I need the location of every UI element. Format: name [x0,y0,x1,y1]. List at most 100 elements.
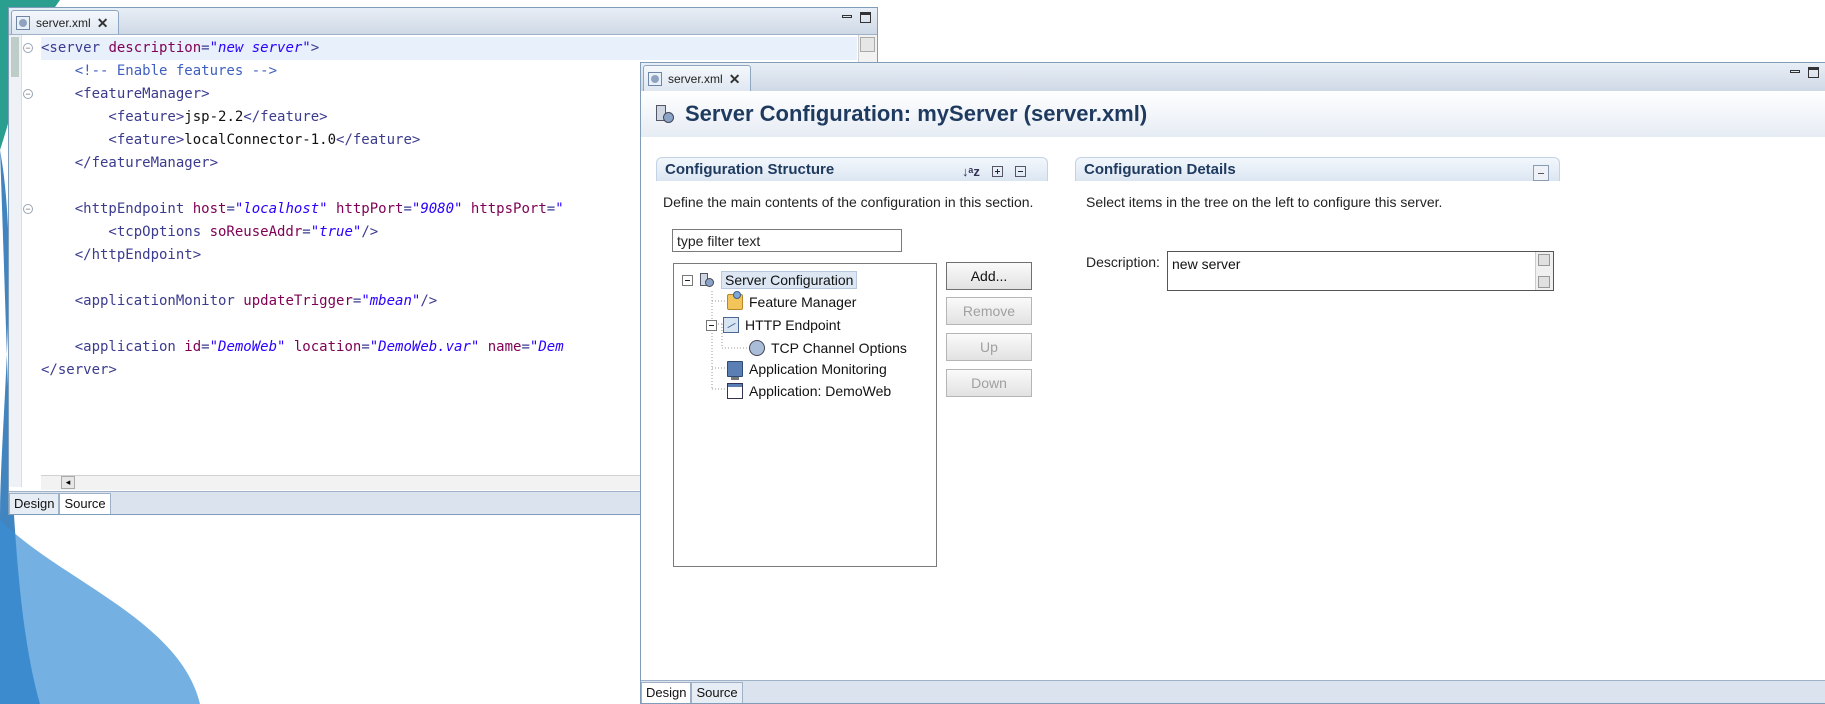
code-token: <applicationMonitor [41,293,244,309]
tab-source[interactable]: Source [59,493,111,514]
description-scrollbar[interactable] [1535,252,1553,290]
fold-toggle-icon[interactable]: − [23,204,33,214]
code-token: id [184,339,202,355]
code-token: /> [361,224,379,240]
code-token: updateTrigger [243,293,353,309]
code-token: "true" [310,224,362,240]
server-config-icon [655,104,675,124]
code-token: = [403,201,412,217]
code-token: = [361,339,370,355]
page-title: Server Configuration: myServer (server.x… [685,101,1148,126]
tree-item-server-configuration[interactable]: Server Configuration [682,270,858,290]
code-token: httpPort [327,201,404,217]
http-endpoint-icon [723,317,739,333]
code-token: = [201,339,210,355]
code-token: </feature> [336,132,421,148]
application-icon [727,383,743,399]
code-token: <server [41,40,109,56]
code-token: = [302,224,311,240]
tab-server-xml[interactable]: server.xml ✕ [643,65,752,91]
sort-az-icon[interactable]: ↓ᵃz [962,164,980,179]
tree-item-application-demoweb[interactable]: Application: DemoWeb [727,381,891,401]
code-token: location [285,339,362,355]
maximize-icon[interactable] [860,12,871,23]
remove-button[interactable]: Remove [946,297,1032,325]
xml-file-icon [648,71,662,86]
code-token: jsp-2.2 [184,109,244,125]
tree-item-http-endpoint[interactable]: HTTP Endpoint [706,315,840,335]
folder-icon [727,291,743,310]
collapse-node-icon[interactable] [682,274,693,286]
folding-gutter: − − − [21,35,41,487]
code-token: host [192,201,227,217]
code-token: name [479,339,522,355]
close-icon[interactable]: ✕ [97,16,109,30]
code-token: " [555,201,564,217]
tree-item-feature-manager[interactable]: Feature Manager [727,291,856,312]
details-description: Select items in the tree on the left to … [1086,194,1443,210]
close-icon[interactable]: ✕ [729,72,741,86]
code-token: = [226,201,235,217]
tree-item-tcp-channel-options[interactable]: TCP Channel Options [749,338,907,358]
collapse-all-icon[interactable] [1014,166,1026,177]
tree-item-application-monitoring[interactable]: Application Monitoring [727,359,887,380]
code-token: "mbean" [361,293,421,309]
configuration-tree[interactable]: Server Configuration Feature Manager HTT… [673,263,937,567]
editor-tabbar: server.xml ✕ [641,63,1825,92]
minimize-icon[interactable] [1790,70,1800,73]
server-icon [699,272,715,288]
tab-design[interactable]: Design [9,493,60,514]
tab-server-xml[interactable]: server.xml ✕ [11,10,120,34]
code-token: </server> [41,362,117,378]
up-button[interactable]: Up [946,333,1032,361]
code-token: <featureManager> [41,86,210,102]
details-toggle-icon[interactable] [1533,165,1549,181]
globe-icon [749,340,765,356]
code-token: </featureManager> [41,155,219,171]
code-token: = [546,201,556,217]
tab-design[interactable]: Design [641,682,692,703]
tab-label: server.xml [668,71,723,86]
expand-all-icon[interactable] [991,166,1003,177]
fold-toggle-icon[interactable]: − [23,43,33,53]
code-token: "9080" [411,201,463,217]
code-token: description [108,40,202,56]
structure-description: Define the main contents of the configur… [663,194,1034,210]
minimize-icon[interactable] [842,15,852,18]
code-token: <feature> [41,109,185,125]
code-token: httpsPort [462,201,547,217]
monitor-icon [727,361,743,380]
collapse-node-icon[interactable] [706,319,717,331]
add-button[interactable]: Add... [946,262,1032,290]
tab-label: server.xml [36,15,91,30]
description-value: new server [1172,256,1241,272]
code-token: </httpEndpoint> [41,247,202,263]
code-token: soReuseAddr [209,224,303,240]
code-token: /> [420,293,438,309]
editor-page-tabs: Design Source [641,680,1825,703]
tree-filter-input[interactable] [672,229,902,252]
code-token: <feature> [41,132,185,148]
description-field[interactable]: new server [1167,251,1554,291]
tab-source[interactable]: Source [691,682,743,703]
fold-toggle-icon[interactable]: − [23,89,33,99]
code-token: = [521,339,530,355]
code-token: "localhost" [234,201,328,217]
description-label: Description: [1086,254,1160,270]
code-token: "DemoWeb.var" [369,339,480,355]
code-token: <tcpOptions [41,224,210,240]
section-title: Configuration Structure [665,161,835,178]
maximize-icon[interactable] [1808,67,1819,78]
code-token: = [201,40,210,56]
section-title: Configuration Details [1084,161,1236,178]
code-token: localConnector-1.0 [184,132,337,148]
xml-file-icon [16,15,30,30]
code-line: <server description="new server"> [41,37,857,60]
code-token: "DemoWeb" [209,339,286,355]
code-token: "new server" [209,40,311,56]
code-token: </feature> [243,109,328,125]
down-button[interactable]: Down [946,369,1032,397]
code-token: <httpEndpoint [41,201,193,217]
form-header: Server Configuration: myServer (server.x… [641,91,1825,137]
code-token: <application [41,339,185,355]
